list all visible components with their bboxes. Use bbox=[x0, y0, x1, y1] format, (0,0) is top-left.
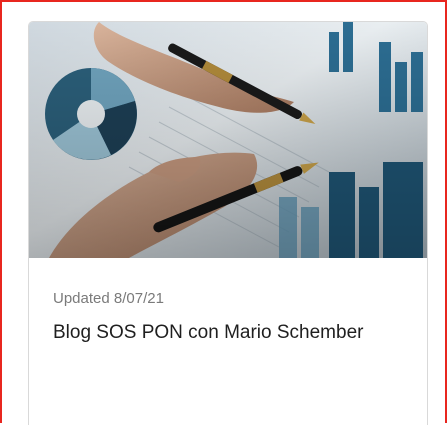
card-thumbnail[interactable] bbox=[29, 22, 427, 258]
post-title-link[interactable]: Blog SOS PON con Mario Schember bbox=[53, 319, 383, 347]
blog-post-card[interactable]: Updated 8/07/21 Blog SOS PON con Mario S… bbox=[28, 21, 428, 425]
updated-date: Updated 8/07/21 bbox=[53, 290, 164, 307]
selection-frame: Updated 8/07/21 Blog SOS PON con Mario S… bbox=[0, 0, 447, 425]
